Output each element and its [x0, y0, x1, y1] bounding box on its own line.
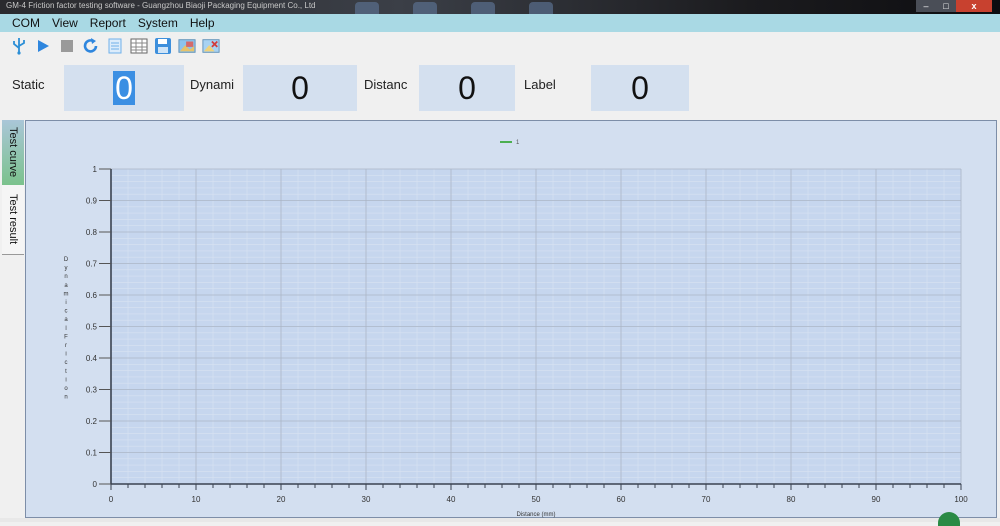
x-tick-label: 60 — [617, 495, 626, 504]
x-tick-label: 50 — [532, 495, 541, 504]
label-label: Label — [524, 77, 556, 92]
y-axis-title-char: o — [64, 386, 68, 392]
list-icon — [108, 38, 122, 54]
taskbar-app-icon[interactable] — [413, 2, 437, 14]
y-axis-title-char: l — [65, 326, 66, 332]
x-tick-label: 100 — [954, 495, 968, 504]
menu-bar: COM View Report System Help — [0, 14, 1000, 32]
y-axis-title-char: a — [64, 283, 68, 289]
menu-report[interactable]: Report — [90, 16, 126, 30]
clear-image-icon — [202, 39, 220, 53]
y-tick-label: 0.1 — [86, 449, 98, 458]
y-tick-label: 0.3 — [86, 386, 98, 395]
y-axis-title-char: r — [65, 343, 67, 349]
x-tick-label: 0 — [109, 495, 114, 504]
play-icon — [38, 40, 49, 52]
taskbar-app-icon[interactable] — [529, 2, 553, 14]
y-tick-label: 0.4 — [86, 354, 98, 363]
y-tick-label: 1 — [93, 165, 98, 174]
taskbar-app-icon[interactable] — [355, 2, 379, 14]
y-axis-title-char: a — [64, 317, 68, 323]
y-tick-label: 0.5 — [86, 323, 98, 332]
close-button[interactable]: x — [956, 0, 992, 12]
refresh-icon — [83, 38, 98, 53]
save-button[interactable] — [154, 37, 172, 55]
tab-test-result[interactable]: Test result — [2, 185, 24, 255]
label-value: 0 — [631, 69, 649, 106]
static-label: Static — [12, 77, 45, 92]
legend: 1 — [500, 140, 520, 146]
toolbar — [0, 32, 1000, 60]
y-axis-title-char: c — [65, 309, 68, 315]
y-tick-label: 0 — [93, 480, 98, 489]
x-tick-label: 10 — [192, 495, 201, 504]
x-tick-label: 30 — [362, 495, 371, 504]
label-value-field[interactable]: 0 — [591, 65, 689, 111]
x-tick-label: 40 — [447, 495, 456, 504]
y-axis-title-char: i — [65, 300, 66, 306]
title-bar: GM-4 Friction factor testing software - … — [0, 0, 1000, 14]
y-axis-title-char: i — [65, 377, 66, 383]
y-axis-title-char: F — [64, 334, 68, 340]
y-axis-title-char: c — [65, 360, 68, 366]
dynamic-value-field[interactable]: 0 — [243, 65, 357, 111]
menu-system[interactable]: System — [138, 16, 178, 30]
stop-button[interactable] — [58, 37, 76, 55]
y-tick-label: 0.7 — [86, 260, 98, 269]
y-tick-label: 0.2 — [86, 417, 98, 426]
y-axis-title-char: i — [65, 352, 66, 358]
table-button[interactable] — [130, 37, 148, 55]
y-axis-title-char: D — [64, 257, 69, 263]
y-axis-title-char: y — [65, 266, 68, 272]
clear-image-button[interactable] — [202, 37, 220, 55]
distance-value-field[interactable]: 0 — [419, 65, 515, 111]
connect-button[interactable] — [10, 37, 28, 55]
taskbar-app-icon[interactable] — [471, 2, 495, 14]
minimize-button[interactable]: – — [916, 0, 936, 12]
friction-chart: 00.10.20.30.40.50.60.70.80.910 10 20 30 40 50… — [64, 140, 969, 518]
window-title: GM-4 Friction factor testing software - … — [6, 1, 316, 10]
tab-test-curve[interactable]: Test curve — [2, 120, 24, 185]
y-axis-title-char: n — [64, 395, 67, 401]
menu-view[interactable]: View — [52, 16, 78, 30]
static-value: 0 — [113, 70, 135, 106]
y-axis-title-char: n — [64, 274, 67, 280]
distance-value: 0 — [458, 69, 476, 106]
legend-label: 1 — [516, 140, 520, 146]
x-tick-label: 90 — [872, 495, 881, 504]
list-button[interactable] — [106, 37, 124, 55]
menu-help[interactable]: Help — [190, 16, 215, 30]
dynamic-label: Dynami — [190, 77, 235, 92]
distance-label: Distanc — [364, 77, 408, 92]
table-icon — [130, 38, 148, 54]
y-tick-label: 0.6 — [86, 291, 98, 300]
usb-icon — [13, 38, 25, 55]
start-button[interactable] — [34, 37, 52, 55]
side-tabs: Test curve Test result — [2, 120, 24, 255]
x-tick-label: 80 — [787, 495, 796, 504]
export-image-icon — [178, 39, 196, 53]
refresh-button[interactable] — [82, 37, 100, 55]
grid — [110, 168, 962, 485]
export-image-button[interactable] — [178, 37, 196, 55]
y-tick-label: 0.9 — [86, 197, 98, 206]
save-icon — [155, 38, 171, 54]
y-axis-title-char: t — [65, 369, 67, 375]
status-bar — [0, 518, 1000, 522]
static-value-field[interactable]: 0 — [64, 65, 184, 111]
readout-panel: Static 0 Dynami 0 Distanc 0 Label 0 — [0, 60, 1000, 116]
tab-test-result-label: Test result — [7, 194, 19, 245]
y-axis-title-char: m — [64, 291, 69, 297]
stop-icon — [61, 40, 73, 52]
chart-panel: 0 0.1 0.2 0.3 0.4 0.5 0.6 0.7 0.8 0.9 1 0 10 20 30 40 50… — [25, 120, 997, 518]
y-tick-label: 0.8 — [86, 228, 98, 237]
tab-test-curve-label: Test curve — [7, 127, 19, 178]
taskbar-icons — [355, 2, 553, 14]
menu-com[interactable]: COM — [12, 16, 40, 30]
maximize-button[interactable]: □ — [936, 0, 956, 12]
dynamic-value: 0 — [291, 69, 309, 106]
x-tick-label: 20 — [277, 495, 286, 504]
x-tick-label: 70 — [702, 495, 711, 504]
